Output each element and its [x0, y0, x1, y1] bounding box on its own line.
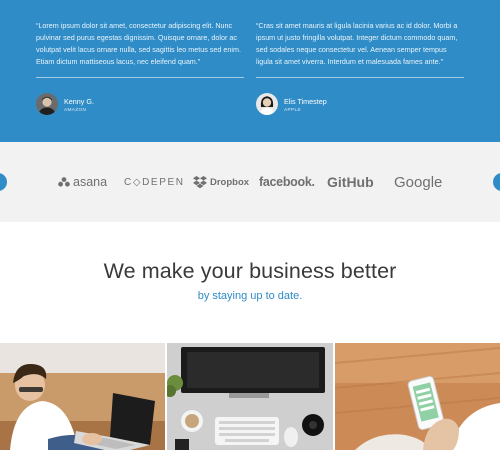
google-logo-text: Google [394, 173, 443, 191]
github-logo-text: GitHub [327, 174, 374, 190]
facebook-logo-text: facebook. [259, 175, 315, 189]
testimonials-section: “Lorem ipsum dolor sit amet, consectetur… [0, 0, 500, 142]
page-subtitle: by staying up to date. [197, 290, 303, 302]
author-name: Kenny G. [64, 97, 94, 106]
facebook-logo: facebook. [259, 173, 315, 191]
photo-phone-in-hand [335, 343, 500, 450]
dropbox-logo: Dropbox [193, 173, 249, 191]
testimonial-card: “Lorem ipsum dolor sit amet, consectetur… [36, 20, 244, 119]
author-company: APPLE [284, 108, 301, 113]
dropbox-box-icon [193, 175, 207, 188]
codepen-logo-text: C◇DEPEN [124, 176, 185, 188]
github-logo: GitHub [327, 173, 374, 191]
client-logos-section: asana C◇DEPEN Dropbox facebook. GitHub G… [0, 142, 500, 222]
testimonial-author: Elis Timestep APPLE [256, 93, 464, 119]
codepen-logo: C◇DEPEN [124, 173, 185, 191]
author-company: AMAZON [64, 108, 87, 113]
author-name: Elis Timestep [284, 97, 327, 106]
avatar [256, 93, 278, 115]
avatar [36, 93, 58, 115]
photo-desk-workspace [167, 343, 333, 450]
testimonial-divider [36, 77, 244, 78]
page-title: We make your business better [103, 259, 397, 283]
asana-dots-icon [58, 177, 70, 187]
asana-logo-text: asana [73, 175, 108, 189]
testimonial-quote: “Cras sit amet mauris at ligula lacinia … [256, 21, 458, 66]
asana-logo: asana [58, 173, 107, 191]
testimonial-author: Kenny G. AMAZON [36, 93, 244, 119]
arrow-left-icon[interactable] [0, 173, 7, 191]
testimonial-divider [256, 77, 464, 78]
testimonial-quote: “Lorem ipsum dolor sit amet, consectetur… [36, 21, 241, 66]
dropbox-logo-text: Dropbox [210, 176, 250, 188]
arrow-right-icon[interactable] [493, 173, 500, 191]
testimonial-card: “Cras sit amet mauris at ligula lacinia … [256, 20, 464, 119]
photo-person-laptop [0, 343, 165, 450]
google-logo: Google [394, 173, 442, 191]
